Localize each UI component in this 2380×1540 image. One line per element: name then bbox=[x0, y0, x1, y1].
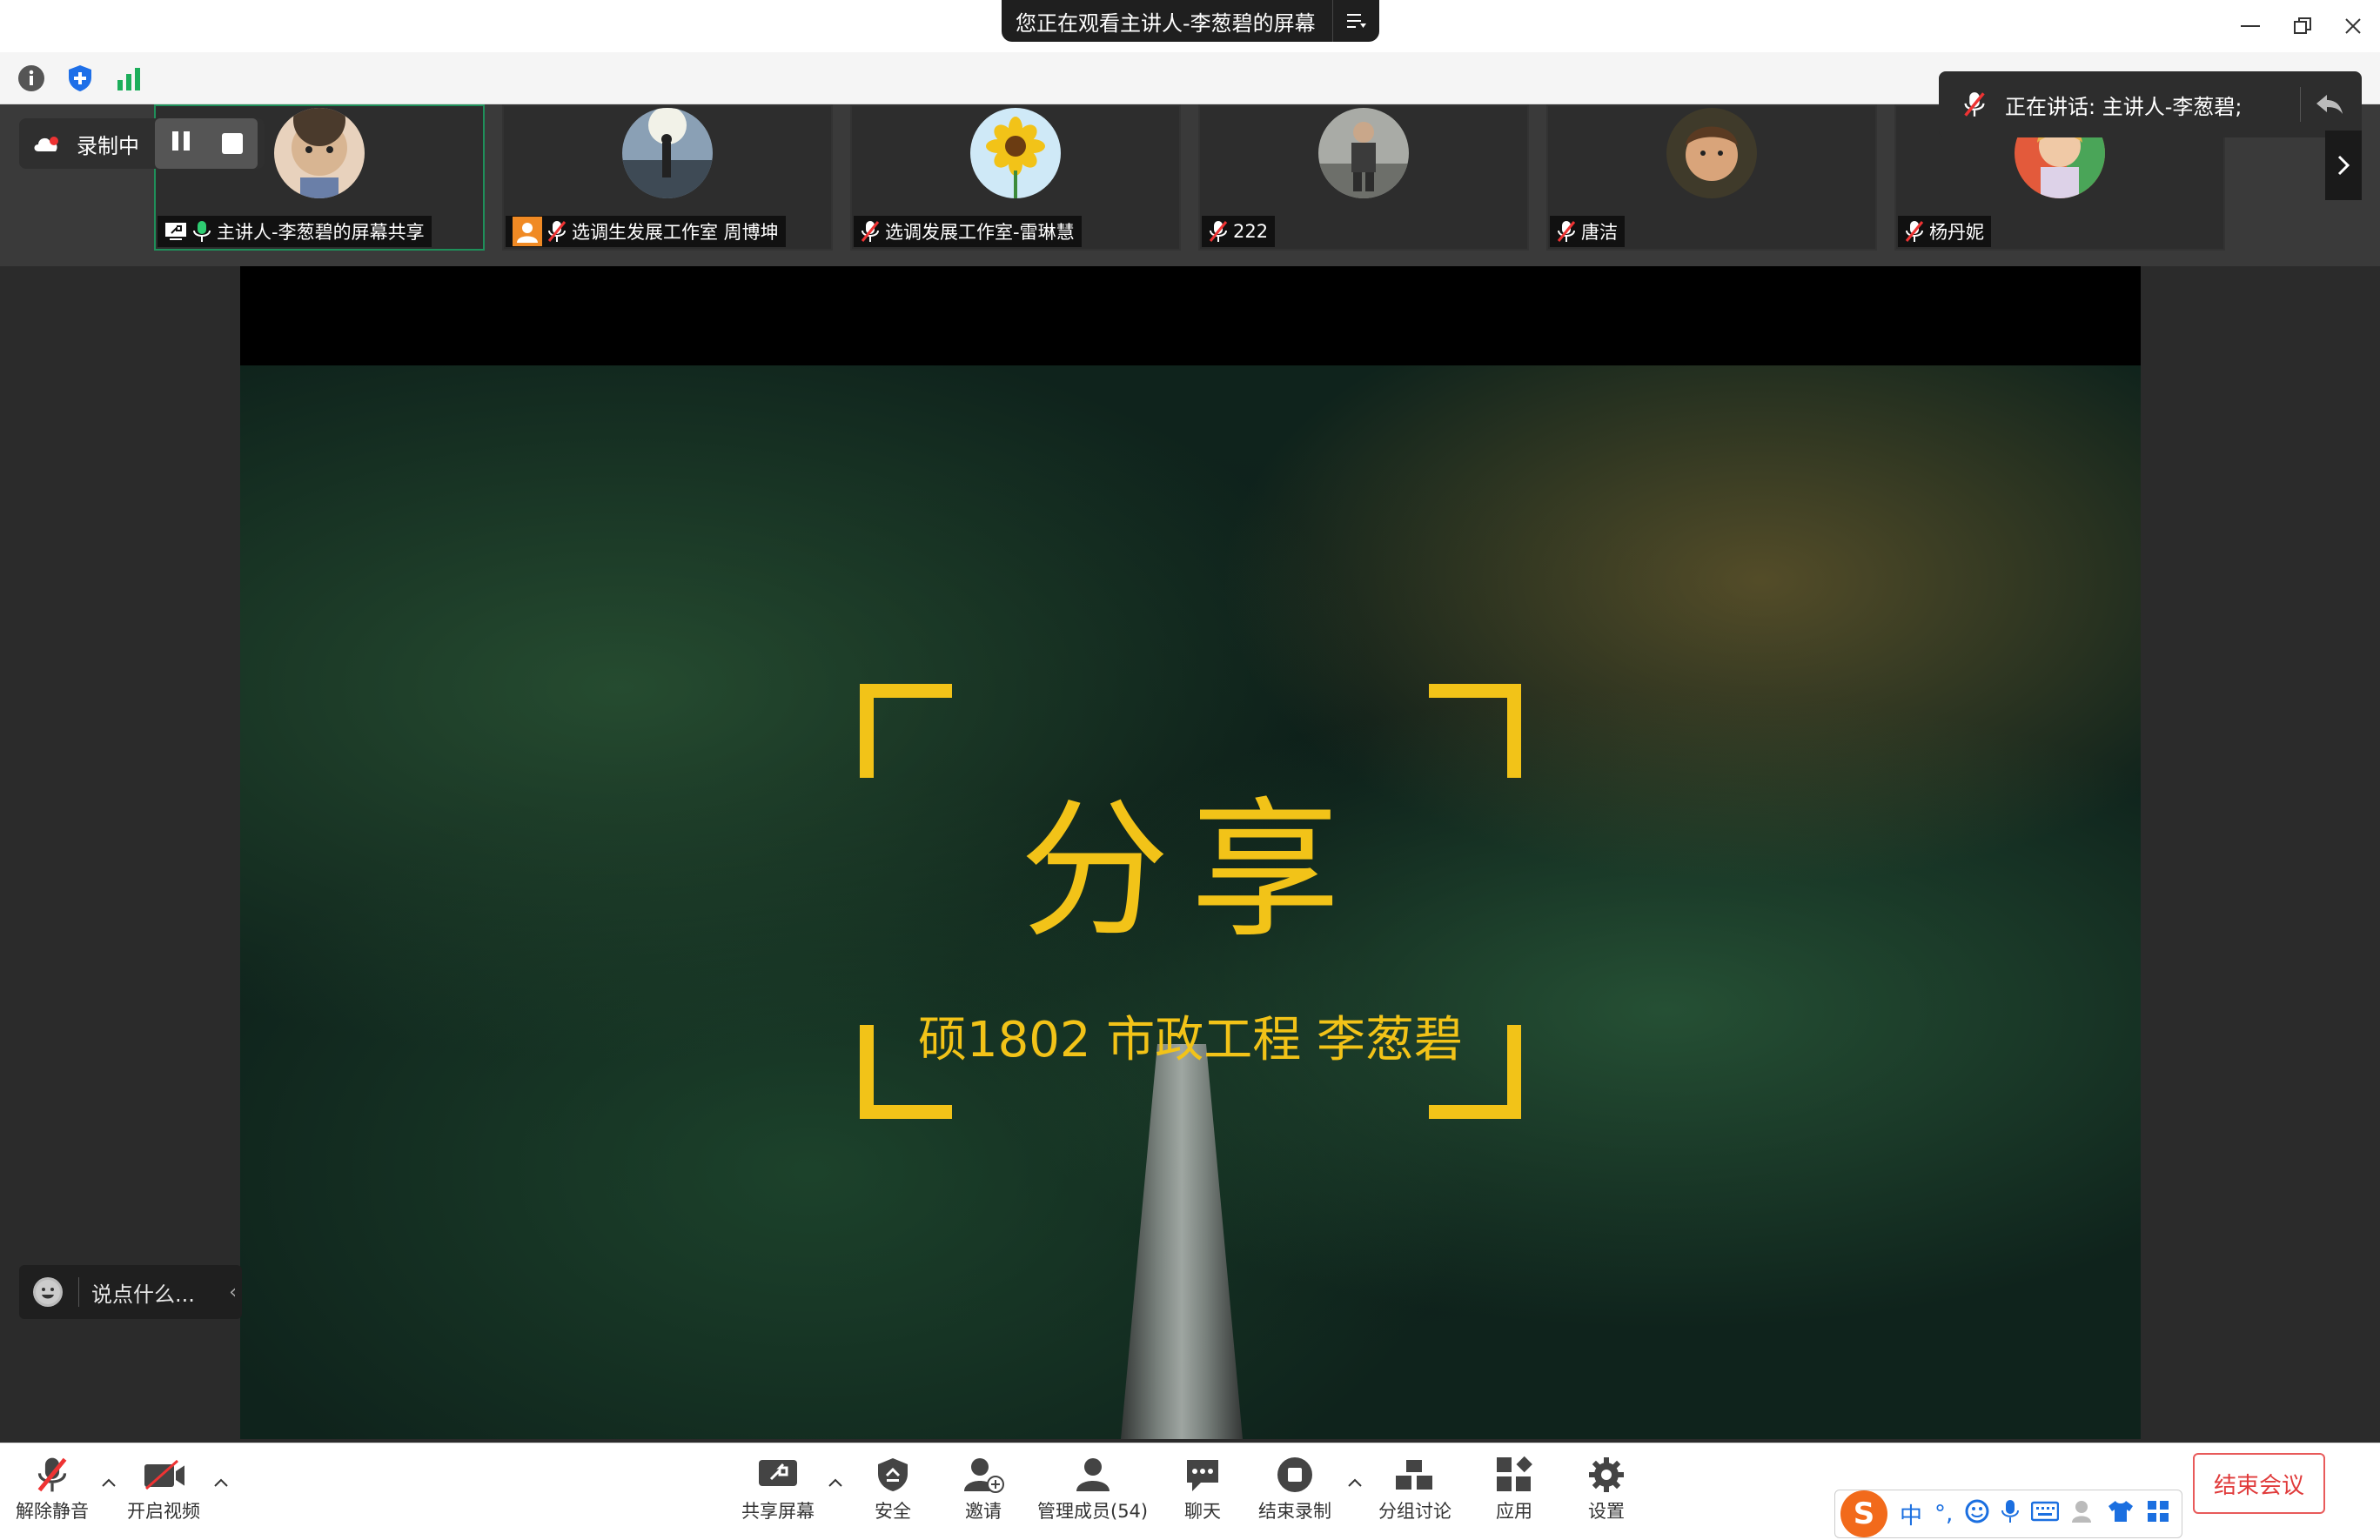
stop-icon[interactable] bbox=[222, 133, 243, 154]
shared-slide: 分享 硕1802 市政工程 李葱碧 bbox=[240, 365, 2141, 1439]
end-recording-button[interactable]: 结束录制 bbox=[1258, 1456, 1331, 1523]
participant-tile[interactable]: 选调生发展工作室 周博坤 bbox=[502, 104, 833, 251]
cloud-icon bbox=[34, 137, 58, 151]
apps-grid-icon bbox=[1493, 1456, 1535, 1494]
avatar bbox=[1318, 108, 1409, 198]
list-menu-icon[interactable] bbox=[1332, 0, 1379, 42]
ime-mode-toggle[interactable]: 中 bbox=[1900, 1498, 1922, 1530]
participant-label: 杨丹妮 bbox=[1898, 216, 1991, 247]
title-bar: 您正在观看主讲人-李葱碧的屏幕 bbox=[0, 0, 2380, 52]
voice-input-icon[interactable] bbox=[2001, 1499, 2020, 1530]
video-off-icon bbox=[143, 1456, 184, 1494]
user-icon[interactable] bbox=[2071, 1499, 2095, 1530]
mic-muted-icon bbox=[1964, 92, 1985, 117]
share-screen-icon bbox=[757, 1456, 799, 1494]
avatar bbox=[274, 108, 365, 198]
add-user-icon bbox=[962, 1456, 1004, 1494]
user-avatar-icon bbox=[513, 217, 542, 246]
chevron-up-icon[interactable] bbox=[1345, 1473, 1364, 1492]
breakout-button[interactable]: 分组讨论 bbox=[1378, 1456, 1451, 1523]
viewing-banner-text: 您正在观看主讲人-李葱碧的屏幕 bbox=[1016, 10, 1316, 36]
ime-toolbar: S 中 °, bbox=[1834, 1490, 2182, 1538]
apps-button[interactable]: 应用 bbox=[1493, 1456, 1535, 1523]
security-button[interactable]: 安全 bbox=[872, 1456, 914, 1523]
mic-muted-icon bbox=[31, 1456, 73, 1494]
slide-subtitle: 硕1802 市政工程 李葱碧 bbox=[917, 1012, 1464, 1068]
manage-members-button[interactable]: 管理成员(54) bbox=[1037, 1456, 1148, 1523]
chat-button[interactable]: 聊天 bbox=[1182, 1456, 1224, 1523]
signal-bars-icon[interactable] bbox=[113, 63, 144, 94]
viewing-banner[interactable]: 您正在观看主讲人-李葱碧的屏幕 bbox=[1002, 0, 1379, 42]
chevron-up-icon[interactable] bbox=[99, 1473, 118, 1492]
chevron-left-icon[interactable]: ‹ bbox=[229, 1282, 237, 1303]
scroll-right-button[interactable] bbox=[2325, 131, 2362, 200]
ime-punct-toggle[interactable]: °, bbox=[1934, 1501, 1953, 1527]
emoji-icon[interactable] bbox=[33, 1277, 63, 1307]
shield-icon bbox=[872, 1456, 914, 1494]
mic-muted-icon bbox=[1209, 221, 1228, 242]
divider bbox=[78, 1277, 79, 1307]
speaking-text: 正在讲话: 主讲人-李葱碧; bbox=[2005, 94, 2243, 119]
recording-label: 录制中 bbox=[77, 133, 139, 158]
participant-tile[interactable]: 选调发展工作室-雷琳慧 bbox=[850, 104, 1181, 251]
screen-share-icon bbox=[165, 223, 186, 240]
end-meeting-button[interactable]: 结束会议 bbox=[2193, 1453, 2325, 1514]
close-icon[interactable] bbox=[2336, 9, 2370, 44]
participant-label: 选调发展工作室-雷琳慧 bbox=[854, 216, 1082, 247]
participant-tile[interactable]: 222 bbox=[1198, 104, 1529, 251]
chat-placeholder: 说点什么... bbox=[91, 1282, 195, 1307]
settings-button[interactable]: 设置 bbox=[1586, 1456, 1627, 1523]
stop-record-icon bbox=[1274, 1456, 1316, 1494]
avatar bbox=[970, 108, 1061, 198]
skin-shirt-icon[interactable] bbox=[2108, 1499, 2134, 1530]
gear-icon bbox=[1586, 1456, 1627, 1494]
emoji-icon[interactable] bbox=[1965, 1499, 1989, 1530]
mic-muted-icon bbox=[861, 221, 880, 242]
mic-muted-icon bbox=[1557, 221, 1576, 242]
recording-indicator: 录制中 bbox=[19, 118, 265, 169]
bridge-image bbox=[1121, 1044, 1243, 1439]
chat-bubble-icon bbox=[1182, 1456, 1224, 1494]
minimize-icon[interactable] bbox=[2233, 9, 2268, 44]
recording-controls bbox=[155, 118, 258, 169]
participant-label: 唐洁 bbox=[1550, 216, 1625, 247]
reply-arrow-icon[interactable] bbox=[2315, 93, 2344, 116]
mic-muted-icon bbox=[1905, 221, 1924, 242]
slide-title: 分享 bbox=[1020, 783, 1361, 958]
chevron-up-icon[interactable] bbox=[211, 1473, 231, 1492]
participant-label: 222 bbox=[1202, 216, 1276, 247]
members-icon bbox=[1072, 1456, 1114, 1494]
participant-tile[interactable]: 唐洁 bbox=[1546, 104, 1877, 251]
chevron-up-icon[interactable] bbox=[826, 1473, 845, 1492]
restore-icon[interactable] bbox=[2285, 9, 2320, 44]
share-screen-button[interactable]: 共享屏幕 bbox=[741, 1456, 815, 1523]
avatar bbox=[622, 108, 713, 198]
start-video-button[interactable]: 开启视频 bbox=[127, 1456, 200, 1523]
toolbox-grid-icon[interactable] bbox=[2146, 1499, 2170, 1530]
shield-plus-icon[interactable] bbox=[64, 63, 96, 94]
participant-label: 主讲人-李葱碧的屏幕共享 bbox=[158, 216, 432, 247]
chat-input[interactable]: 说点什么... ‹ bbox=[19, 1265, 242, 1319]
unmute-button[interactable]: 解除静音 bbox=[16, 1456, 89, 1523]
mic-muted-icon bbox=[547, 221, 567, 242]
breakout-groups-icon bbox=[1394, 1456, 1436, 1494]
speaking-indicator: 正在讲话: 主讲人-李葱碧; bbox=[1939, 71, 2362, 137]
info-icon[interactable] bbox=[16, 63, 47, 94]
keyboard-icon[interactable] bbox=[2031, 1501, 2060, 1528]
avatar bbox=[1666, 108, 1757, 198]
slide-top-band bbox=[240, 266, 2141, 365]
participant-label: 选调生发展工作室 周博坤 bbox=[506, 216, 786, 247]
mic-on-icon bbox=[193, 221, 211, 242]
sogou-logo-icon[interactable]: S bbox=[1840, 1490, 1887, 1537]
pause-icon[interactable] bbox=[170, 131, 192, 156]
invite-button[interactable]: 邀请 bbox=[962, 1456, 1004, 1523]
